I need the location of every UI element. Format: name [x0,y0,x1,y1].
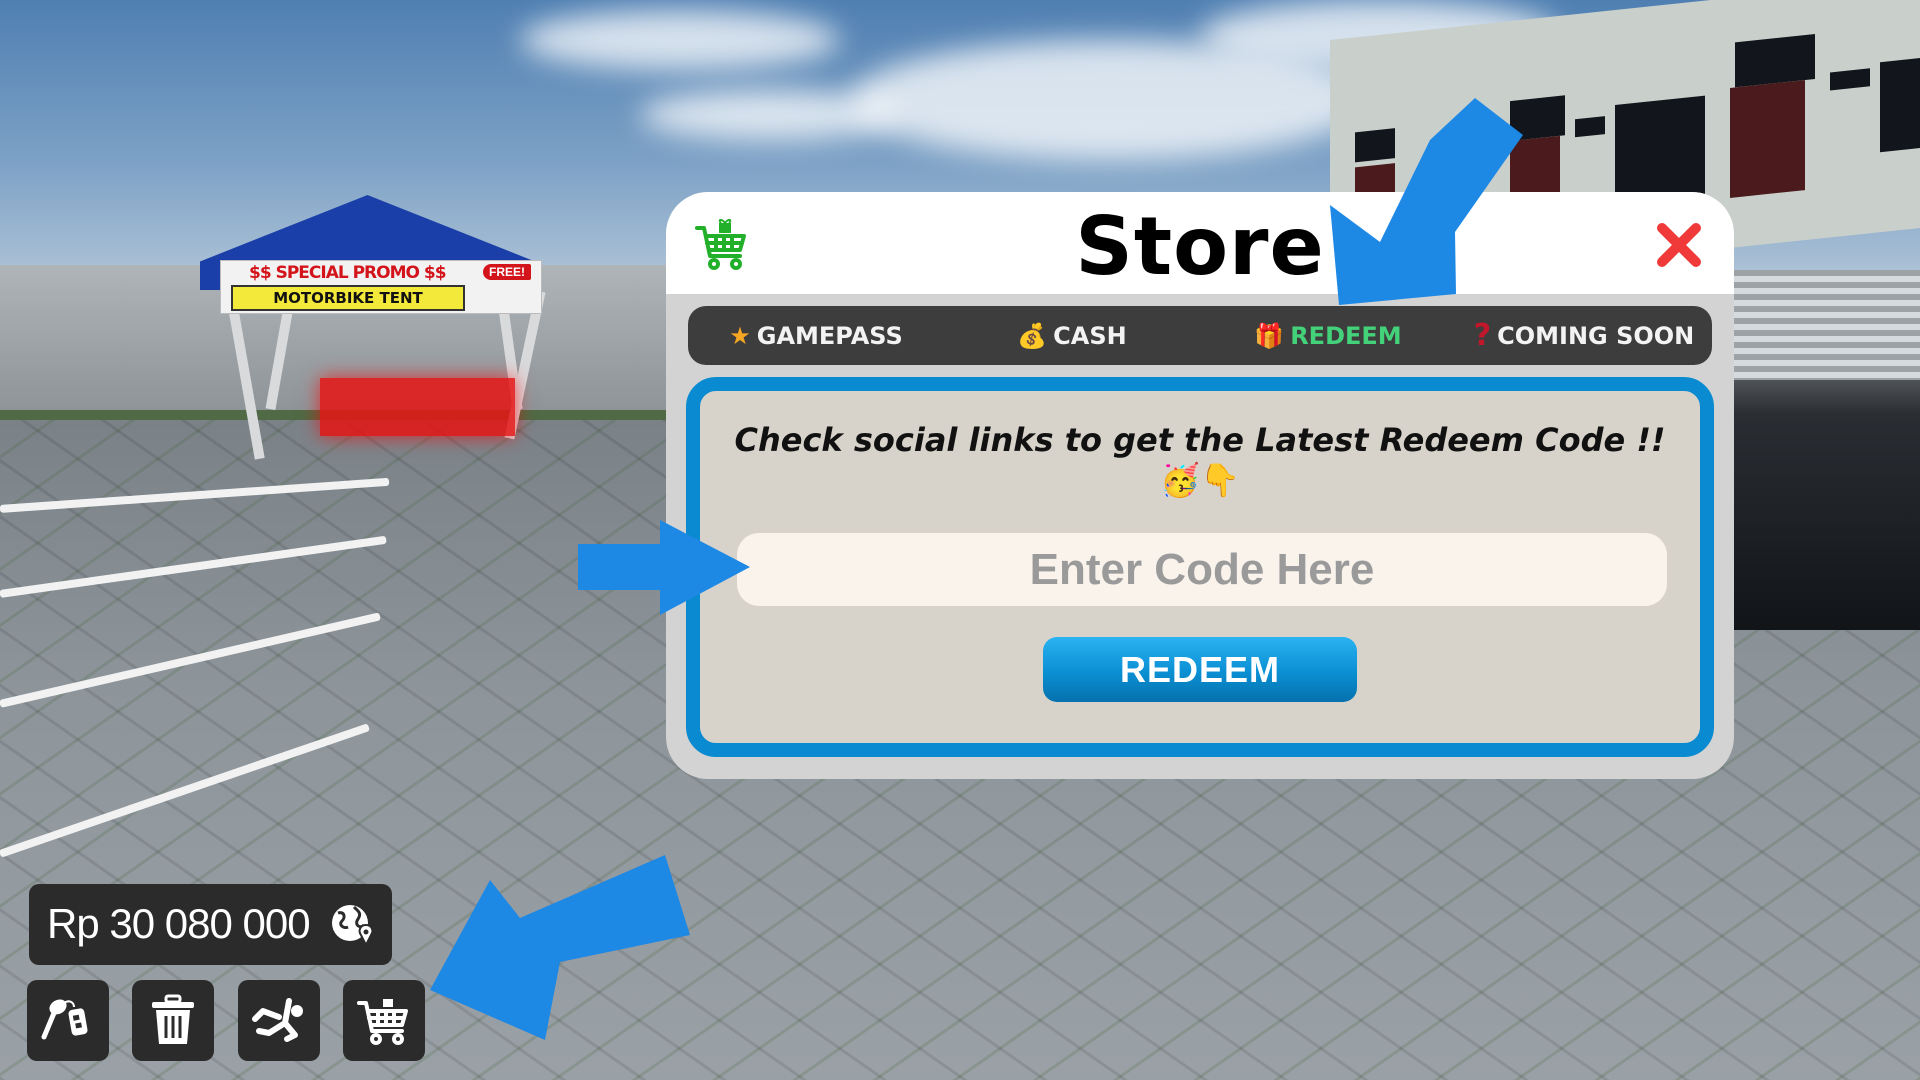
money-amount: Rp 30 080 000 [47,900,311,947]
store-button[interactable] [343,980,425,1061]
question-mark-icon: ? [1473,318,1492,353]
tab-label: GAMEPASS [756,321,903,350]
gift-icon: 🎁 [1254,321,1285,350]
tab-redeem[interactable]: 🎁 REDEEM [1200,322,1456,350]
store-modal: Store ★ GAMEPASS 💰 CASH 🎁 REDEEM ? COMIN… [666,192,1734,779]
cloud [520,10,840,70]
tab-cash[interactable]: 💰 CASH [944,322,1200,350]
money-display: Rp 30 080 000 [29,884,392,965]
roller-shutter [1734,270,1920,380]
ragdoll-button[interactable] [238,980,320,1061]
tab-gamepass[interactable]: ★ GAMEPASS [688,322,944,350]
falling-person-icon [252,997,303,1042]
tab-label: REDEEM [1290,321,1402,350]
tab-coming-soon[interactable]: ? COMING SOON [1456,318,1712,353]
close-button[interactable] [1654,220,1704,270]
tent-free-badge: FREE! [483,264,531,280]
store-title: Store [1075,200,1325,293]
globe-location-icon[interactable] [328,899,378,949]
redeem-code-input[interactable] [737,533,1667,606]
store-header: Store [666,192,1734,294]
tent-promo-text: $$ SPECIAL PROMO $$ [249,263,447,283]
redeem-instructions: Check social links to get the Latest Red… [734,421,1666,459]
party-pointing-emoji: 🥳👇 [1160,462,1240,498]
cloud [640,90,900,140]
money-bag-icon: 💰 [1017,321,1048,350]
tent-name: MOTORBIKE TENT [231,285,465,311]
star-icon: ★ [729,321,751,350]
shopping-cart-icon [357,998,408,1045]
redeem-button[interactable]: REDEEM [1043,637,1357,702]
trash-icon [152,994,194,1044]
tent-sign: $$ SPECIAL PROMO $$ FREE! MOTORBIKE TENT [220,260,542,314]
car-keys-button[interactable] [27,980,109,1061]
tab-label: COMING SOON [1497,321,1695,350]
redeem-panel: Check social links to get the Latest Red… [686,377,1714,757]
delete-button[interactable] [132,980,214,1061]
tab-label: CASH [1053,321,1127,350]
purchase-counter[interactable] [320,378,515,436]
car-keys-icon [41,998,88,1039]
store-tabs: ★ GAMEPASS 💰 CASH 🎁 REDEEM ? COMING SOON [688,306,1712,365]
